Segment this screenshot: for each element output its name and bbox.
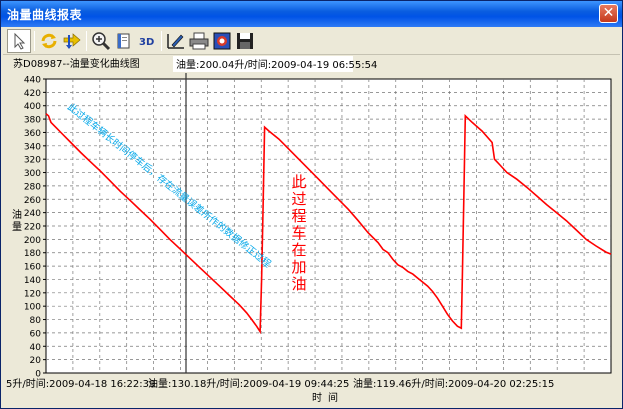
copy-icon	[117, 33, 130, 49]
zoom-button[interactable]	[90, 30, 112, 52]
chart-area: 苏D08987--油量变化曲线图 油量:200.04升/时间:2009-04-19…	[3, 55, 620, 407]
y-tick-label: 320	[24, 156, 41, 166]
y-axis-label-char: 量	[12, 221, 22, 233]
y-tick-label: 40	[30, 343, 42, 353]
x-tick-label: 5升/时间:2009-04-18 16:22:39	[6, 377, 155, 390]
x-axis-label: 时间	[312, 391, 344, 404]
refresh-icon	[41, 33, 57, 49]
x-tick-label: 油量:130.18升/时间:2009-04-19 09:44:25	[148, 377, 349, 390]
y-axis-label-char: 油	[12, 208, 22, 221]
cursor-readout: 油量:200.04升/时间:2009-04-19 06:55:54	[176, 58, 377, 71]
refuel-note-char: 油	[291, 275, 306, 293]
toolbar-separator	[34, 31, 35, 51]
refuel-note-char: 程	[291, 207, 306, 225]
toolbar-separator	[161, 31, 162, 51]
y-tick-label: 240	[24, 209, 41, 219]
magnifier-icon	[92, 32, 111, 51]
y-tick-label: 80	[30, 316, 42, 326]
y-tick-label: 160	[24, 263, 41, 273]
floppy-icon	[237, 33, 253, 49]
y-tick-label: 360	[24, 129, 41, 139]
pointer-tool-button[interactable]	[7, 29, 31, 53]
save-button[interactable]	[234, 30, 256, 52]
y-tick-label: 180	[24, 249, 41, 259]
window-title: 油量曲线报表	[7, 8, 83, 22]
refuel-note-char: 在	[291, 241, 306, 259]
pointer-icon	[14, 32, 26, 50]
refuel-note-char: 过	[291, 190, 306, 208]
3d-label: 3D	[139, 37, 154, 48]
copy-button[interactable]	[113, 30, 135, 52]
y-tick-label: 340	[24, 142, 41, 152]
y-tick-label: 200	[24, 236, 41, 246]
refresh-button[interactable]	[38, 30, 60, 52]
y-tick-label: 20	[30, 356, 42, 366]
y-tick-label: 260	[24, 196, 41, 206]
x-tick-label: 油量:119.46升/时间:2009-04-20 02:25:15	[353, 377, 554, 390]
y-tick-label: 120	[24, 289, 41, 299]
oil-level-chart[interactable]: 苏D08987--油量变化曲线图 油量:200.04升/时间:2009-04-19…	[3, 55, 620, 407]
y-tick-label: 140	[24, 276, 41, 286]
export-image-button[interactable]	[211, 30, 233, 52]
3d-icon: 3D	[139, 37, 154, 48]
printer-icon	[189, 32, 209, 50]
y-tick-label: 440	[24, 76, 41, 86]
pan-button[interactable]	[61, 30, 83, 52]
chart-title: 苏D08987--油量变化曲线图	[13, 57, 140, 70]
close-button[interactable]: ✕	[599, 4, 618, 23]
report-window: 油量曲线报表 ✕ 3D 苏D08987--油量变化曲线图 油量:200.04升/…	[0, 0, 623, 409]
pen-icon	[167, 34, 184, 49]
3d-button[interactable]: 3D	[136, 30, 158, 52]
y-tick-label: 100	[24, 303, 41, 313]
edit-button[interactable]	[165, 30, 187, 52]
refuel-note-char: 车	[291, 224, 306, 242]
title-bar[interactable]: 油量曲线报表 ✕	[1, 1, 622, 27]
y-tick-label: 380	[24, 116, 41, 126]
pan-arrows-icon	[63, 33, 81, 49]
print-button[interactable]	[188, 30, 210, 52]
y-tick-label: 220	[24, 223, 41, 233]
y-tick-label: 0	[35, 370, 41, 380]
y-tick-label: 60	[30, 329, 42, 339]
y-tick-label: 300	[24, 169, 41, 179]
y-tick-label: 280	[24, 182, 41, 192]
image-icon	[213, 32, 231, 50]
toolbar-separator	[86, 31, 87, 51]
refuel-note-char: 此	[291, 173, 306, 191]
refuel-note-char: 加	[291, 258, 306, 276]
toolbar: 3D	[3, 27, 620, 55]
y-tick-label: 420	[24, 89, 41, 99]
y-tick-label: 400	[24, 102, 41, 112]
